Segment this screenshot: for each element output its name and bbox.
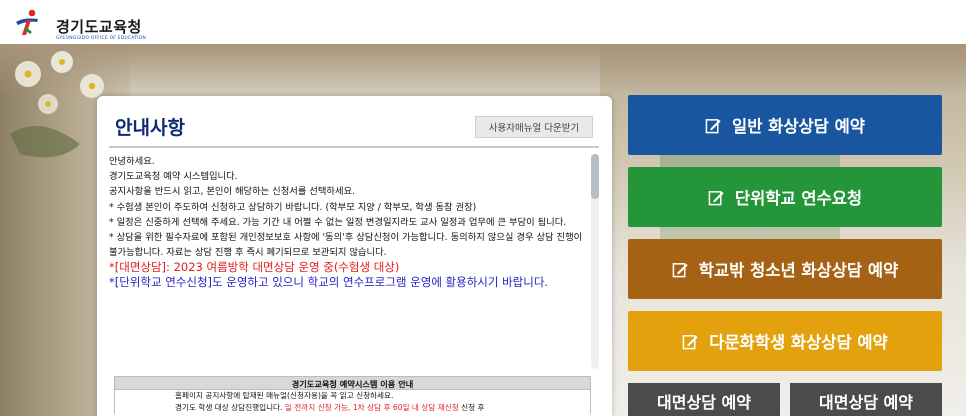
notice-highlight-red: *[대면상담]: 2023 여름방학 대면상담 운영 중(수험생 대상): [109, 260, 400, 275]
notice-highlight-blue: *[단위학교 연수신청]도 운영하고 있으니 학교의 연수프로그램 운영에 활용…: [109, 275, 549, 290]
info-table-row: 홈페이지 공지사항에 탑재된 매뉴얼(신청자용)을 꼭 읽고 신청하세요.: [114, 390, 591, 402]
site-header: 경기도교육청 GYEONGGIDO OFFICE OF EDUCATION: [0, 0, 966, 44]
info-row-text: 신청 후: [461, 403, 485, 412]
edit-note-icon: [672, 262, 688, 277]
panel-title: 안내사항: [115, 117, 185, 139]
title-divider: [109, 146, 599, 148]
action-label: 단위학교 연수요청: [734, 189, 863, 208]
running-figure-logo-icon: [16, 9, 38, 35]
action-label: 대면상담 예약: [657, 393, 751, 412]
in-person-counsel-button-2[interactable]: 대면상담 예약: [790, 383, 942, 416]
notice-text: 안녕하세요. 경기도교육청 예약 시스템입니다. 공지사항을 반드시 읽고, 본…: [109, 154, 587, 364]
edit-note-icon: [708, 190, 724, 205]
notice-line: 경기도교육청 예약 시스템입니다.: [109, 171, 238, 183]
info-table-row: 경기도 학생 대상 상담진행입니다. 일 전까지 신청 가능, 1차 상담 후 …: [114, 402, 591, 414]
background-gloss: [0, 44, 966, 94]
notice-line: * 상담을 위한 필수자료에 포함된 개인정보보호 사항에 '동의'후 상담신청…: [109, 232, 583, 259]
notice-panel: 안내사항 사용자매뉴얼 다운받기 안녕하세요. 경기도교육청 예약 시스템입니다…: [97, 96, 612, 416]
info-table-header: 경기도교육청 예약시스템 이용 안내: [114, 376, 591, 390]
edit-note-icon: [705, 118, 721, 133]
notice-scrollbar[interactable]: [591, 154, 599, 369]
multicultural-student-counsel-button[interactable]: 다문화학생 화상상담 예약: [628, 311, 942, 371]
logo-name: 경기도교육청: [56, 18, 142, 36]
manual-download-button[interactable]: 사용자매뉴얼 다운받기: [475, 116, 593, 138]
logo[interactable]: 경기도교육청 GYEONGGIDO OFFICE OF EDUCATION: [12, 8, 172, 41]
school-training-request-button[interactable]: 단위학교 연수요청: [628, 167, 942, 227]
info-row-text: 홈페이지 공지사항에 탑재된 매뉴얼(신청자용)을 꼭 읽고 신청하세요.: [175, 391, 394, 400]
notice-line: * 일정은 신중하게 선택해 주세요. 가능 기간 내 어쩔 수 없는 일정 변…: [109, 216, 567, 228]
info-row-highlight: 일 전까지 신청 가능, 1차 상담 후 60일 내 상담 재신청: [284, 403, 459, 412]
scrollbar-thumb[interactable]: [591, 154, 599, 199]
notice-line: 공지사항을 반드시 읽고, 본인이 해당하는 신청서를 선택하세요.: [109, 186, 356, 198]
logo-subtitle: GYEONGGIDO OFFICE OF EDUCATION: [56, 36, 146, 41]
action-label: 대면상담 예약: [819, 393, 913, 412]
action-label: 다문화학생 화상상담 예약: [709, 333, 888, 352]
info-table: 경기도교육청 예약시스템 이용 안내 홈페이지 공지사항에 탑재된 매뉴얼(신청…: [114, 376, 591, 414]
general-video-counsel-button[interactable]: 일반 화상상담 예약: [628, 95, 942, 155]
out-of-school-youth-counsel-button[interactable]: 학교밖 청소년 화상상담 예약: [628, 239, 942, 299]
notice-line: 안녕하세요.: [109, 156, 155, 167]
notice-line: * 수험생 본인이 주도하여 신청하고 상담하기 바랍니다. (학부모 지양 /…: [109, 201, 477, 213]
action-label: 학교밖 청소년 화상상담 예약: [698, 261, 899, 280]
action-label: 일반 화상상담 예약: [732, 117, 865, 136]
in-person-counsel-button[interactable]: 대면상담 예약: [628, 383, 780, 416]
info-row-text: 경기도 학생 대상 상담진행입니다.: [175, 403, 283, 412]
edit-note-icon: [682, 334, 698, 349]
